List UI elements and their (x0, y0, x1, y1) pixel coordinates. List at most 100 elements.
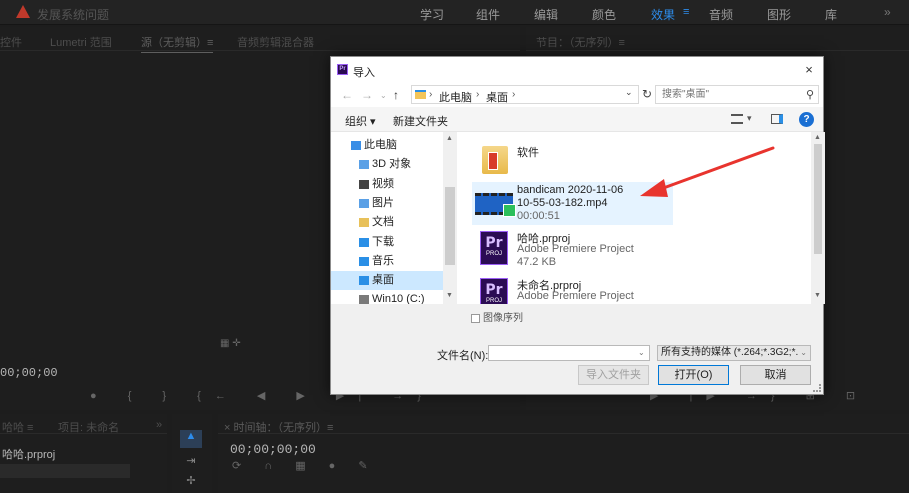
timeline-tool-icons[interactable]: ⟳ ∩ ▦ ● ✎ (232, 459, 378, 472)
file-item-project[interactable]: Pr PROJ 哈哈.prproj Adobe Premiere Project … (472, 227, 672, 273)
premiere-project-icon: Pr PROJ (480, 231, 508, 265)
premiere-app-icon: Pr (337, 64, 348, 75)
tab-timeline[interactable]: × 时间轴：（无序列）≡ (224, 419, 333, 435)
up-folder-icon[interactable]: ↑ (393, 88, 399, 102)
sidebar-item[interactable]: 下载 (331, 233, 443, 252)
drive-icon (359, 295, 369, 304)
filename-dropdown-icon[interactable]: ⌄ (638, 348, 645, 357)
scroll-down-icon[interactable]: ▼ (446, 292, 453, 299)
change-view-icon[interactable] (731, 114, 743, 124)
sidebar-item-label: 桌面 (372, 274, 394, 287)
sidebar-item-label: 此电脑 (364, 139, 397, 151)
project-file-name[interactable]: 哈哈.prproj (2, 446, 55, 462)
dialog-title-bar[interactable]: Pr 导入 × (331, 57, 823, 83)
sidebar-item[interactable]: 此电脑 (331, 136, 443, 155)
file-name: bandicam 2020-11-06 (517, 184, 624, 196)
project-search-bar[interactable] (0, 464, 130, 478)
search-icon[interactable]: ⚲ (806, 88, 814, 101)
sidebar-item[interactable]: 音乐 (331, 252, 443, 271)
breadcrumb-desktop[interactable]: 桌面 (486, 89, 508, 105)
sidebar-item[interactable]: 3D 对象 (331, 155, 443, 174)
tab-source[interactable]: 源（无剪辑）≡ (141, 34, 214, 53)
video-file-icon (475, 193, 516, 217)
selection-tool-icon[interactable]: ▲ (180, 430, 202, 448)
breadcrumb-this-pc[interactable]: 此电脑 (439, 89, 472, 105)
search-input[interactable] (656, 86, 796, 103)
chevron-right-icon[interactable]: › (476, 89, 479, 100)
address-bar[interactable]: › 此电脑 › 桌面 › (411, 85, 639, 104)
tab-effect-controls[interactable]: 控件 (0, 34, 22, 50)
sidebar-item-label: 视频 (372, 177, 394, 190)
dialog-toolbar: 组织 ▾ 新建文件夹 ▾ ? (331, 107, 823, 132)
resize-grip-icon[interactable] (813, 384, 821, 392)
workspace-tab-effects[interactable]: 效果 (651, 6, 675, 23)
file-scrollbar[interactable]: ▲ ▼ (811, 132, 825, 304)
timeline-panel: × 时间轴：（无序列）≡ 00;00;00;00 ⟳ ∩ ▦ ● ✎ (218, 414, 909, 493)
sidebar-item[interactable]: 文档 (331, 213, 443, 232)
sidebar-item[interactable]: 桌面 (331, 271, 443, 291)
image-sequence-checkbox[interactable] (471, 313, 480, 323)
project-more-icon[interactable]: » (156, 419, 162, 431)
refresh-icon[interactable]: ↻ (642, 87, 652, 101)
file-type-filter[interactable]: 所有支持的媒体 (*.264;*.3G2;*. ⌄ (657, 345, 811, 361)
view-dropdown-icon[interactable]: ▾ (747, 113, 752, 124)
file-item-folder[interactable]: 软件 (472, 138, 672, 182)
tab-audio-clip-mixer[interactable]: 音频剪辑混合器 (237, 34, 314, 50)
nav-scroll-thumb[interactable] (445, 187, 455, 265)
nav-scrollbar[interactable]: ▲ ▼ (443, 132, 457, 304)
scroll-down-icon[interactable]: ▼ (814, 292, 821, 299)
workspace-tab-graphics[interactable]: 图形 (767, 6, 791, 23)
track-select-tool-icon[interactable]: ⇥ (180, 454, 202, 472)
import-folder-button[interactable]: 导入文件夹 (578, 365, 649, 385)
open-button[interactable]: 打开(O) (658, 365, 729, 385)
organize-button[interactable]: 组织 ▾ (345, 113, 376, 129)
sidebar-item[interactable]: Win10 (C:) (331, 290, 443, 304)
workspace-menu-icon[interactable]: ≡ (683, 6, 689, 18)
more-workspaces-icon[interactable]: » (884, 5, 891, 19)
sidebar-item[interactable]: 视频 (331, 175, 443, 194)
tab-program[interactable]: 节目：（无序列）≡ (536, 34, 625, 50)
file-name: 软件 (517, 147, 539, 159)
drag-video-icon[interactable]: ▦ ✛ (220, 338, 241, 349)
scroll-up-icon[interactable]: ▲ (446, 135, 453, 142)
workspace-tab-learn[interactable]: 学习 (420, 6, 444, 23)
forward-icon[interactable]: → (361, 88, 373, 102)
desktop-folder-icon (359, 276, 369, 286)
import-dialog: Pr 导入 × ← → ⌄ ↑ › 此电脑 › 桌面 › ⌄ ↻ ⚲ 组织 ▾ … (330, 56, 825, 395)
address-dropdown-icon[interactable]: ⌄ (625, 87, 633, 98)
file-item-project[interactable]: Pr PROJ 未命名.prproj Adobe Premiere Project (472, 274, 672, 304)
workspace-tab-assembly[interactable]: 组件 (476, 6, 500, 23)
recent-dropdown-icon[interactable]: ⌄ (380, 91, 387, 100)
scroll-up-icon[interactable]: ▲ (814, 134, 821, 141)
workspace-tab-color[interactable]: 颜色 (592, 6, 616, 23)
file-item-video[interactable]: bandicam 2020-11-06 10-55-03-182.mp4 00:… (472, 182, 673, 225)
new-folder-button[interactable]: 新建文件夹 (393, 113, 448, 129)
chevron-right-icon[interactable]: › (429, 89, 432, 100)
chevron-down-icon[interactable]: ⌄ (800, 346, 807, 360)
file-size: 47.2 KB (517, 256, 557, 268)
file-duration: 00:00:51 (517, 210, 560, 222)
file-scroll-thumb[interactable] (814, 144, 822, 254)
cancel-button[interactable]: 取消 (740, 365, 811, 385)
close-icon[interactable]: × (801, 62, 817, 78)
filename-label: 文件名(N): (437, 350, 489, 362)
workspace-tab-libraries[interactable]: 库 (825, 6, 837, 23)
workspace-tab-editing[interactable]: 编辑 (534, 6, 558, 23)
filename-input[interactable] (488, 345, 650, 361)
workspace-tab-audio[interactable]: 音频 (709, 6, 733, 23)
desktop-folder-icon (415, 90, 426, 99)
tab-project-haha[interactable]: 哈哈 ≡ (2, 419, 33, 435)
chevron-right-icon[interactable]: › (512, 89, 515, 100)
back-icon[interactable]: ← (341, 88, 353, 102)
preview-pane-icon[interactable] (771, 114, 783, 124)
downloads-folder-icon (359, 237, 369, 247)
image-sequence-option[interactable]: 图像序列 (471, 309, 523, 324)
ripple-edit-tool-icon[interactable]: ✢ (180, 474, 202, 492)
sidebar-item-label: 图片 (372, 196, 394, 209)
tab-lumetri-scopes[interactable]: Lumetri 范围 (50, 34, 112, 50)
file-type-filter-value: 所有支持的媒体 (*.264;*.3G2;*. (661, 347, 799, 358)
pictures-folder-icon (359, 198, 369, 208)
tab-project-untitled[interactable]: 项目: 未命名 (58, 419, 119, 435)
sidebar-item[interactable]: 图片 (331, 194, 443, 213)
help-icon[interactable]: ? (799, 112, 814, 127)
